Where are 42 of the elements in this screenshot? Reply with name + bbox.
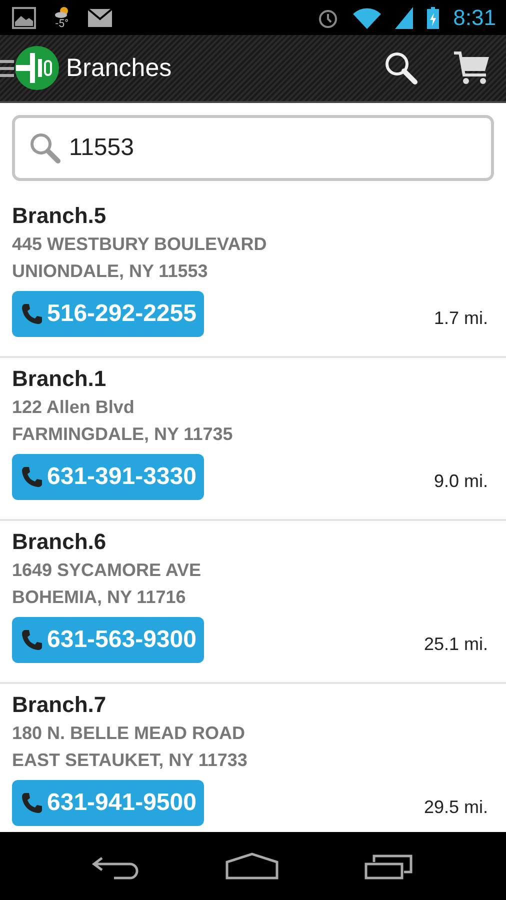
branch-name: Branch.5 [12,202,108,230]
search-icon [29,132,61,164]
street-address: 180 N. BELLE MEAD ROAD [12,722,246,745]
distance: 29.5 mi. [424,796,488,818]
search-icon[interactable] [384,51,418,85]
recents-icon[interactable] [364,852,414,880]
signal-icon [395,6,414,28]
branch-name: Branch.1 [12,365,108,393]
clock: 8:31 [453,4,496,30]
screen-title: Branches [66,54,172,82]
city-line: EAST SETAUKET, NY 11733 [12,749,248,772]
city-line: UNIONDALE, NY 11553 [12,260,209,283]
wifi-icon [353,6,382,28]
battery-icon [427,6,440,28]
city-line: BOHEMIA, NY 11716 [12,586,187,609]
branch-name: Branch.7 [12,691,108,719]
mail-icon [88,8,112,26]
street-address: 445 WESTBURY BOULEVARD [12,233,268,256]
temperature: -5° [55,18,69,29]
phone-icon [20,302,44,326]
distance: 25.1 mi. [424,634,488,654]
phone-icon [20,628,44,652]
cart-icon[interactable] [454,51,490,85]
weather-icon [54,6,70,18]
phone-icon [20,465,44,489]
menu-icon[interactable] [0,59,14,77]
call-button[interactable]: 516-292-2255 [12,291,204,337]
gallery-icon [12,6,36,28]
call-button[interactable]: 631-941-9500 [12,780,204,826]
logo-icon[interactable] [14,45,60,91]
search-input[interactable]: 11553 [69,134,449,162]
distance: 9.0 mi. [434,470,488,492]
search-field[interactable]: 11553 [12,115,494,181]
city-line: FARMINGDALE, NY 11735 [12,423,234,446]
street-address: 1649 SYCAMORE AVE [12,559,202,582]
street-address: 122 Allen Blvd [12,396,136,419]
phone-icon [20,791,44,815]
call-button[interactable]: 631-563-9300 [12,617,204,663]
branch-name: Branch.6 [12,528,108,556]
home-icon[interactable] [224,852,279,880]
call-button[interactable]: 631-391-3330 [12,454,204,500]
distance: 1.7 mi. [434,308,488,328]
